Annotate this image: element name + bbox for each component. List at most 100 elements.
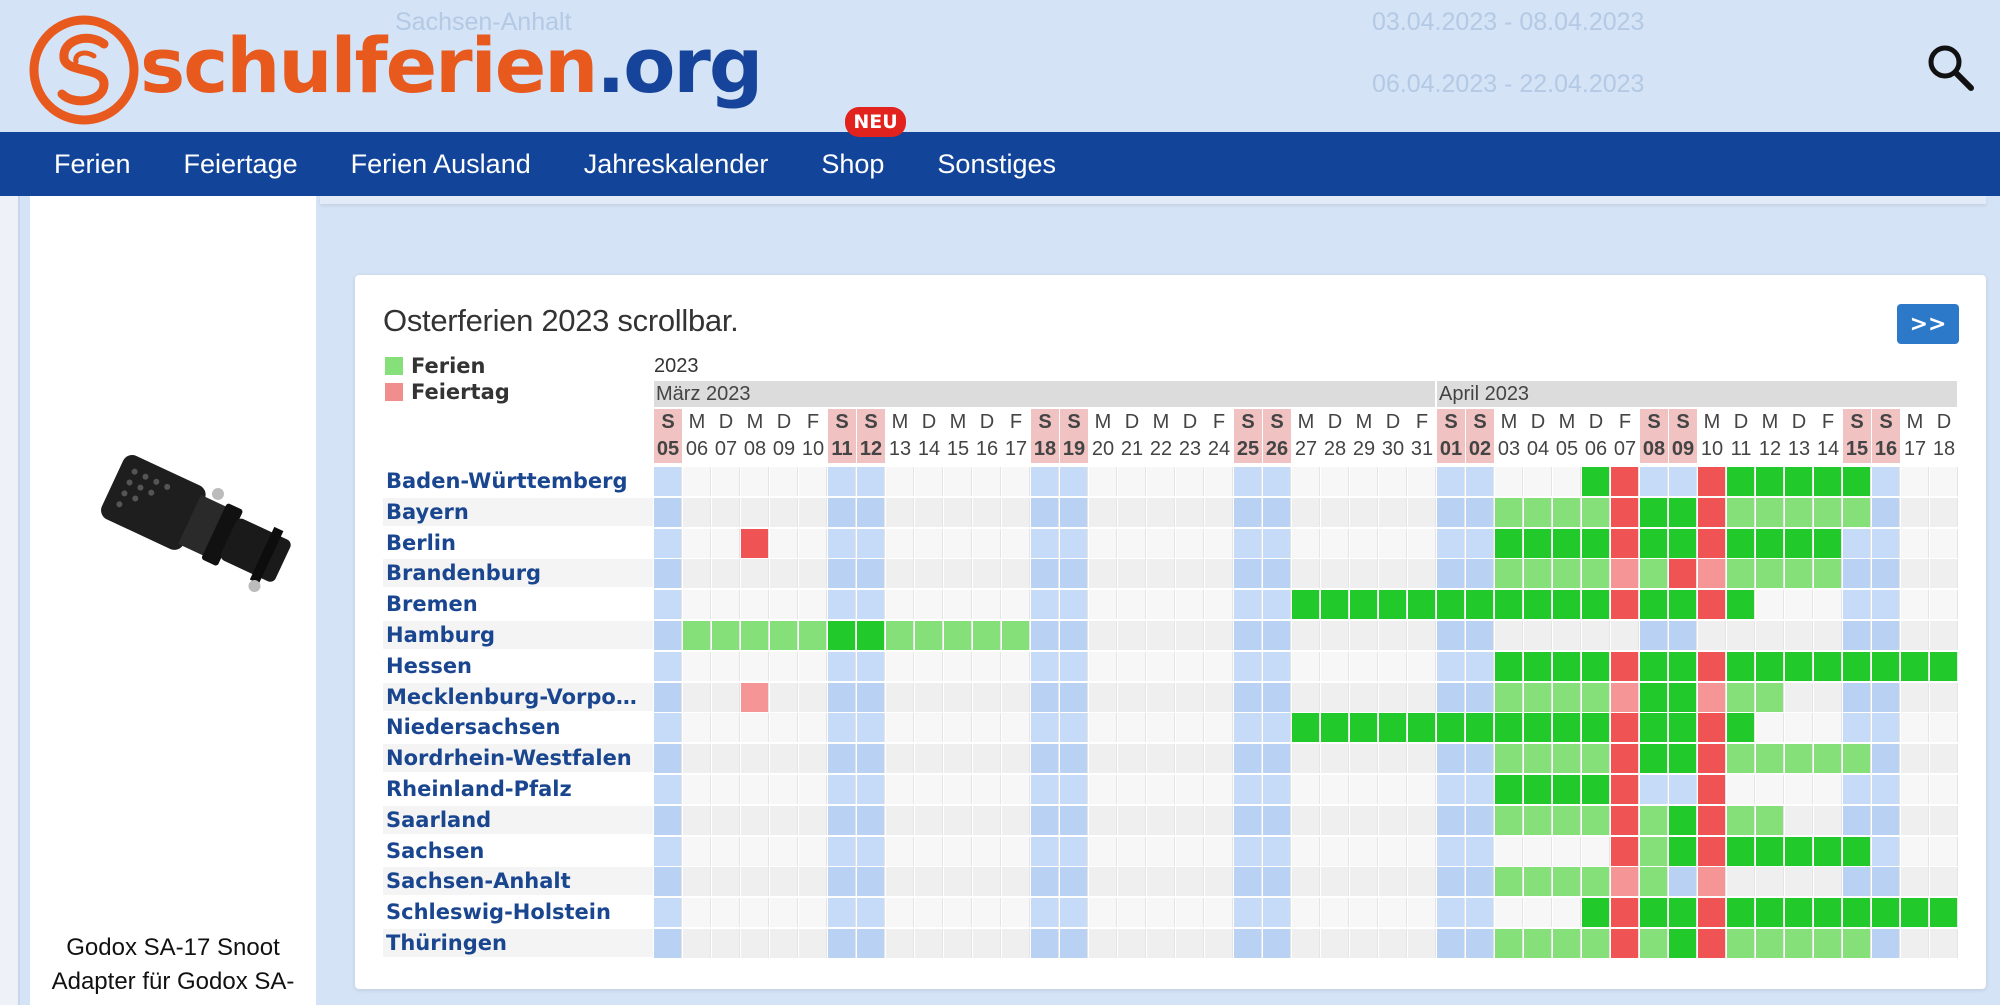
search-icon[interactable]: [1925, 42, 1975, 92]
calendar-cell: [1263, 744, 1291, 774]
state-link[interactable]: Bremen: [383, 590, 653, 618]
calendar-cell: [1785, 775, 1813, 804]
calendar-cell: [1060, 775, 1088, 804]
calendar-cell: [1814, 528, 1842, 558]
calendar-cell: [828, 528, 856, 558]
calendar-cell: [1669, 775, 1697, 804]
calendar-cell: [915, 559, 943, 589]
calendar-cell: [1350, 528, 1378, 558]
day-header-cell: M 15: [946, 411, 970, 460]
nav-feiertage[interactable]: Feiertage: [184, 149, 298, 180]
state-link[interactable]: Mecklenburg-Vorpo…: [383, 682, 653, 711]
calendar-cell: [1814, 867, 1842, 897]
calendar-cell: [712, 775, 740, 804]
calendar-cell: [1582, 621, 1610, 650]
nav-shop[interactable]: Shop NEU: [821, 106, 906, 180]
calendar-cell: [1176, 713, 1204, 743]
calendar-cell: [1727, 929, 1755, 958]
state-link[interactable]: Bayern: [383, 497, 653, 526]
calendar-cell: [828, 775, 856, 804]
calendar-cell: [1292, 929, 1320, 958]
calendar-cell: [1495, 867, 1523, 897]
legend-ferien: Ferien: [385, 353, 510, 379]
nav-jahreskalender[interactable]: Jahreskalender: [584, 149, 769, 180]
calendar-cell: [1756, 744, 1784, 774]
state-link[interactable]: Thüringen: [383, 929, 653, 957]
day-header-cell: S 02: [1466, 409, 1494, 463]
calendar-cell: [1611, 775, 1639, 804]
nav-ferien-ausland[interactable]: Ferien Ausland: [351, 149, 531, 180]
calendar-cell: [1640, 651, 1668, 681]
calendar-cell: [1437, 929, 1465, 958]
calendar-cell: [828, 559, 856, 589]
calendar-cell: [1785, 744, 1813, 774]
calendar-cell: [1553, 929, 1581, 958]
calendar-cell: [1263, 713, 1291, 743]
calendar-title: Osterferien 2023 scrollbar.: [383, 303, 739, 338]
state-link[interactable]: Sachsen-Anhalt: [383, 867, 653, 896]
calendar-cell: [1727, 775, 1755, 804]
calendar-cell: [1930, 528, 1958, 558]
nav-ferien[interactable]: Ferien: [54, 149, 131, 180]
calendar-cell: [1611, 898, 1639, 928]
calendar-cell: [915, 867, 943, 897]
state-link[interactable]: Berlin: [383, 529, 653, 557]
day-header-cell: D 21: [1120, 411, 1144, 460]
product-title[interactable]: Godox SA-17 Snoot Adapter für Godox SA-: [30, 931, 316, 999]
main-nav: Ferien Feiertage Ferien Ausland Jahreska…: [0, 106, 2000, 196]
calendar-cell: [1234, 497, 1262, 527]
calendar-cell: [886, 467, 914, 496]
calendar-cell: [1901, 559, 1929, 589]
day-header-cell: M 03: [1497, 411, 1521, 460]
calendar-cell: [1698, 651, 1726, 681]
calendar-cell: [712, 559, 740, 589]
state-link[interactable]: Baden-Württemberg: [383, 467, 653, 495]
calendar-cell: [683, 621, 711, 650]
calendar-cell: [1060, 898, 1088, 928]
calendar-cell: [1002, 559, 1030, 589]
state-link[interactable]: Sachsen: [383, 837, 653, 865]
calendar-cell: [1669, 744, 1697, 774]
calendar-cell: [1176, 528, 1204, 558]
calendar-cell: [1321, 559, 1349, 589]
nav-sonstiges[interactable]: Sonstiges: [937, 149, 1056, 180]
calendar-cell: [683, 682, 711, 712]
calendar-cell: [1930, 775, 1958, 804]
state-link[interactable]: Nordrhein-Westfalen: [383, 744, 653, 773]
state-link[interactable]: Hessen: [383, 652, 653, 680]
calendar-cell: [1466, 836, 1494, 866]
calendar-cell: [1582, 590, 1610, 620]
calendar-cell: [1785, 590, 1813, 620]
site-logo[interactable]: schulferien.org: [28, 14, 763, 126]
calendar-cell: [1524, 651, 1552, 681]
calendar-cell: [1698, 497, 1726, 527]
calendar-cell: [857, 836, 885, 866]
state-link[interactable]: Brandenburg: [383, 559, 653, 588]
state-link[interactable]: Saarland: [383, 805, 653, 834]
calendar-cell: [1872, 497, 1900, 527]
sidebar-ad[interactable]: Godox SA-17 Snoot Adapter für Godox SA-: [30, 196, 316, 1005]
product-image[interactable]: [62, 446, 322, 606]
day-header-cell: M 10: [1700, 411, 1724, 460]
scroll-next-button[interactable]: >>: [1897, 304, 1959, 344]
calendar-cell: [1553, 621, 1581, 650]
calendar-cell: [857, 528, 885, 558]
calendar-cell: [1611, 590, 1639, 620]
calendar-cell: [1640, 744, 1668, 774]
calendar-cell: [1901, 775, 1929, 804]
state-link[interactable]: Rheinland-Pfalz: [383, 775, 653, 803]
calendar-cell: [1263, 467, 1291, 496]
calendar-cell: [1466, 590, 1494, 620]
state-link[interactable]: Niedersachsen: [383, 713, 653, 741]
calendar-cell: [741, 867, 769, 897]
calendar-cell: [654, 528, 682, 558]
day-header-cell: D 30: [1381, 411, 1405, 460]
calendar-cell: [1089, 528, 1117, 558]
calendar-cell: [1553, 805, 1581, 835]
calendar-cell: [1872, 898, 1900, 928]
calendar-cell: [1292, 836, 1320, 866]
calendar-cell: [712, 867, 740, 897]
state-link[interactable]: Schleswig-Holstein: [383, 898, 653, 926]
state-link[interactable]: Hamburg: [383, 621, 653, 649]
calendar-cell: [683, 836, 711, 866]
